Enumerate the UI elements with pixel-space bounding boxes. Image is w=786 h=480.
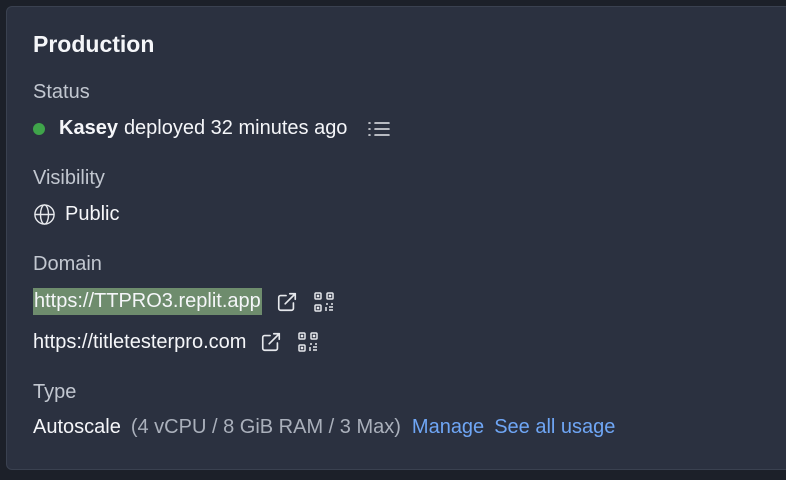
- see-all-usage-link[interactable]: See all usage: [494, 416, 615, 439]
- deployer-name: Kasey: [59, 117, 118, 139]
- type-spec: (4 vCPU / 8 GiB RAM / 3 Max): [130, 416, 401, 438]
- domain-row: https://TTPRO3.replit.app: [33, 288, 336, 315]
- domain-label: Domain: [33, 253, 102, 275]
- visibility-value: Public: [65, 203, 120, 225]
- domain-url-replit[interactable]: https://TTPRO3.replit.app: [33, 288, 262, 315]
- type-value: Autoscale: [33, 416, 121, 438]
- production-panel: Production Status Kasey deployed 32 minu…: [6, 6, 786, 470]
- visibility-row: Public: [33, 203, 119, 226]
- external-link-icon[interactable]: [260, 331, 282, 353]
- type-row: Autoscale (4 vCPU / 8 GiB RAM / 3 Max) M…: [33, 416, 615, 439]
- external-link-icon[interactable]: [276, 291, 298, 313]
- manage-link[interactable]: Manage: [412, 416, 484, 439]
- type-label: Type: [33, 381, 77, 403]
- globe-icon: [33, 203, 56, 226]
- qr-code-icon[interactable]: [296, 330, 320, 354]
- domain-url-custom[interactable]: https://titletesterpro.com: [33, 331, 246, 354]
- list-icon[interactable]: [367, 119, 391, 139]
- deploy-status-text: deployed 32 minutes ago: [123, 117, 348, 139]
- visibility-label: Visibility: [33, 167, 105, 189]
- status-dot: [33, 122, 45, 135]
- panel-title: Production: [33, 31, 155, 57]
- status-row: Kasey deployed 32 minutes ago: [33, 117, 391, 140]
- qr-code-icon[interactable]: [312, 290, 336, 314]
- domain-row: https://titletesterpro.com: [33, 330, 320, 354]
- status-label: Status: [33, 81, 90, 103]
